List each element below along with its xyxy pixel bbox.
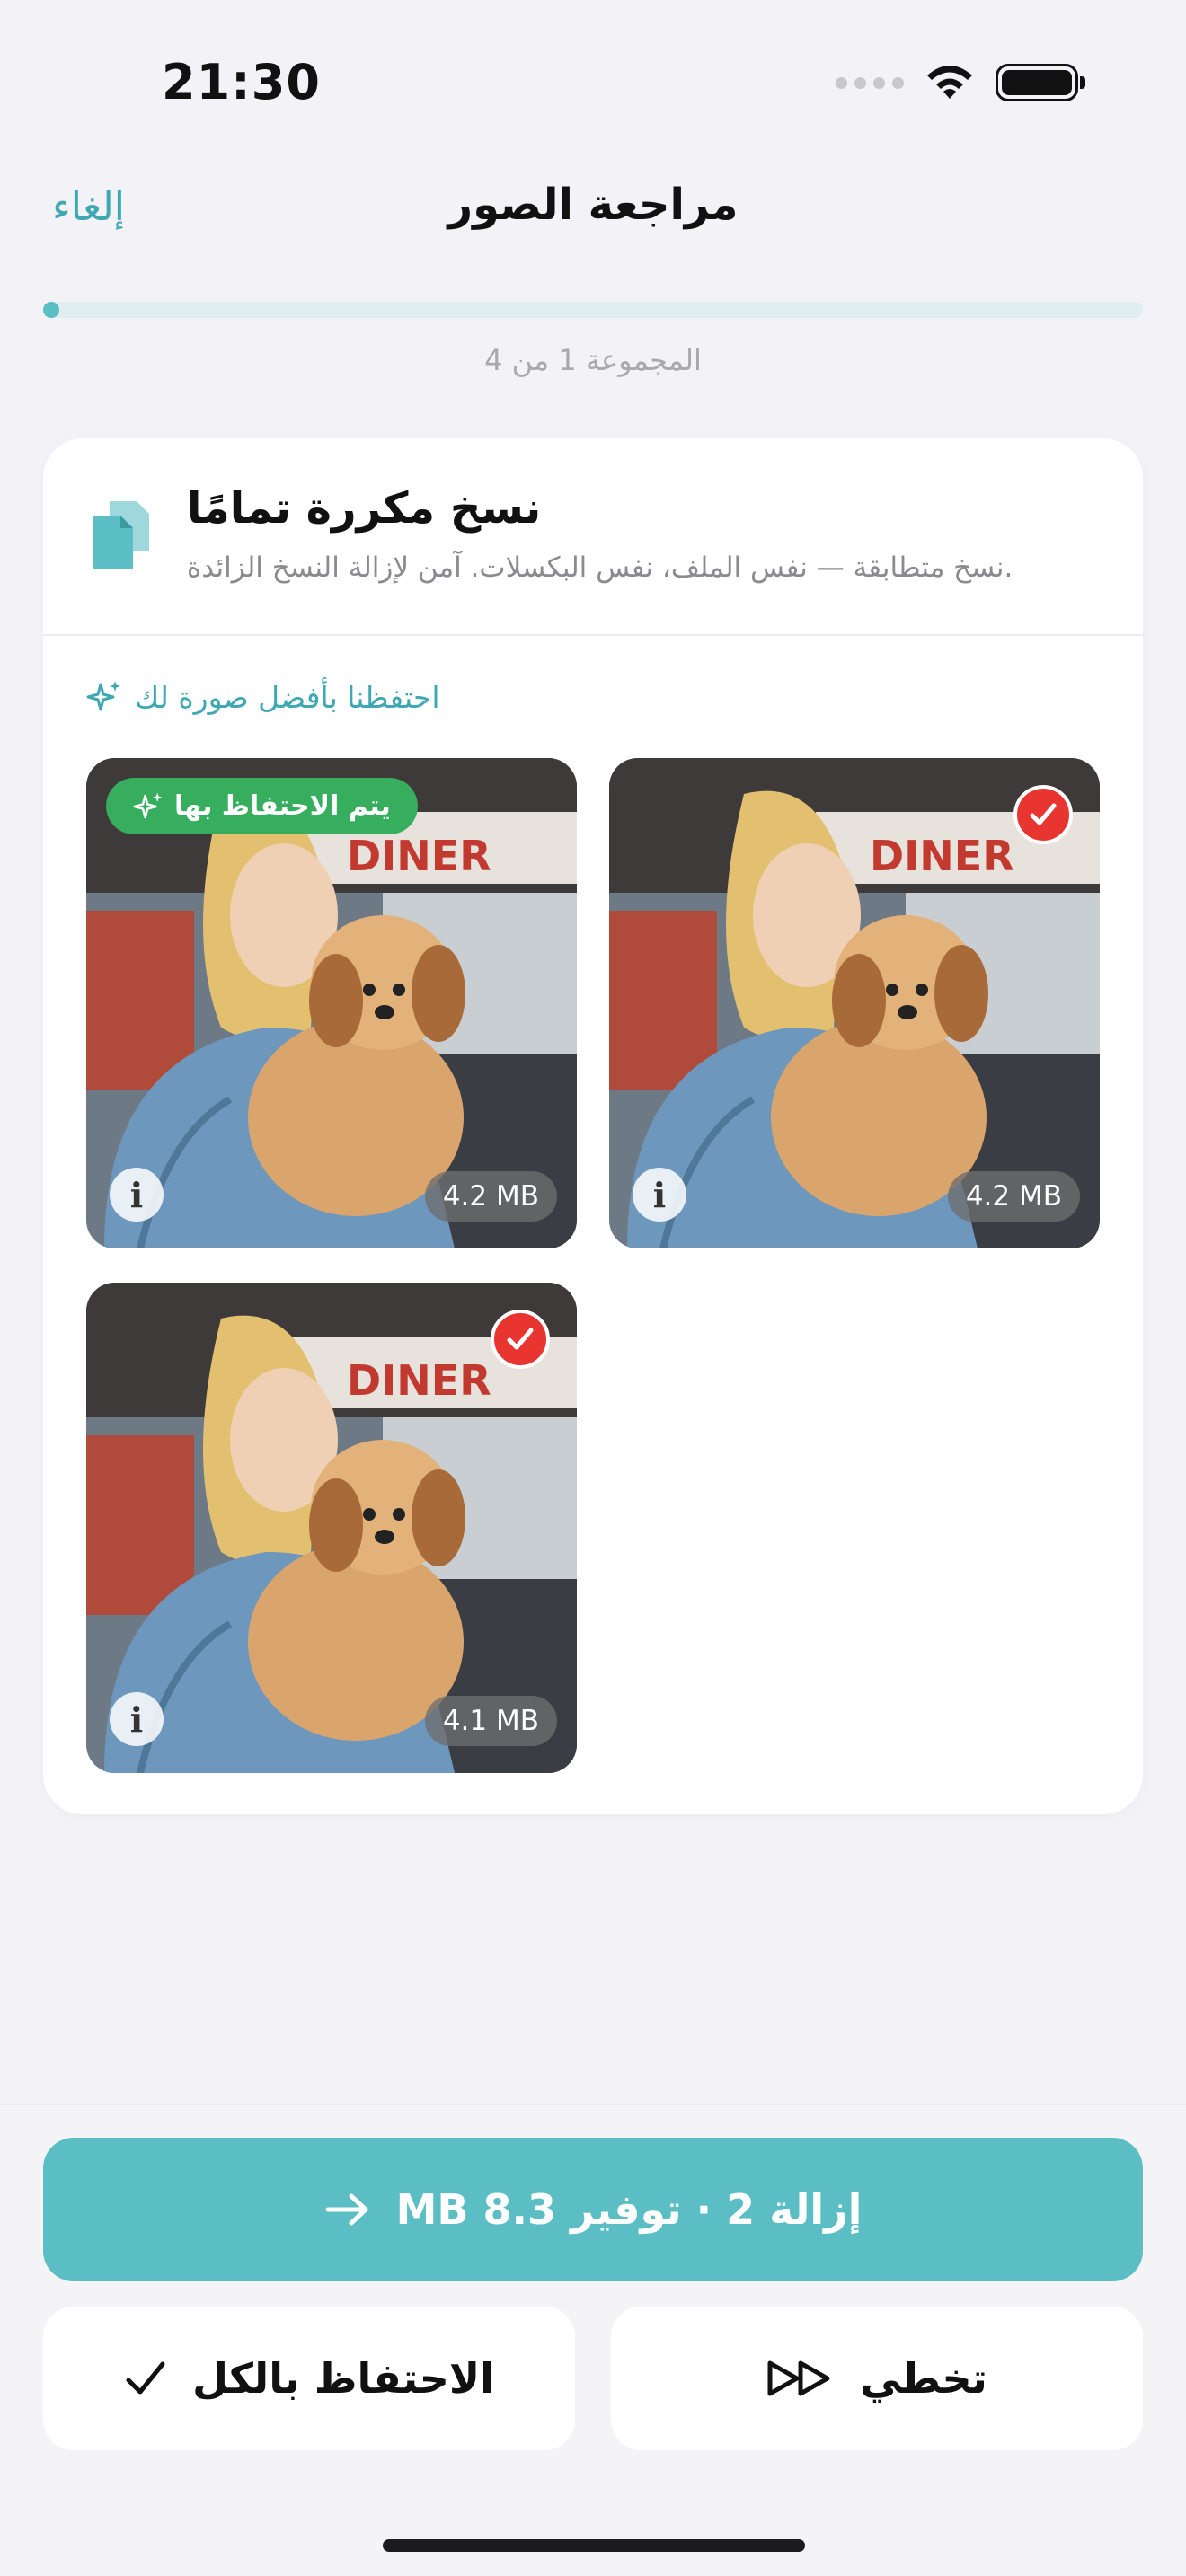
selected-for-removal-checkmark-icon[interactable] (1013, 785, 1073, 844)
skip-button[interactable]: تخطي (611, 2307, 1143, 2450)
best-photo-note-text: احتفظنا بأفضل صورة لك (135, 679, 440, 715)
keep-badge-label: يتم الاحتفاظ بها (174, 790, 391, 822)
group-description: نسخ متطابقة — نفس الملف، نفس البكسلات. آ… (187, 551, 1013, 584)
file-size-badge: 4.2 MB (424, 1171, 557, 1222)
status-time: 21:30 (162, 54, 321, 110)
file-size-badge: 4.1 MB (424, 1696, 557, 1746)
arrow-right-icon (325, 2193, 368, 2226)
wifi-icon (927, 66, 972, 99)
card-header: نسخ مكررة تمامًا نسخ متطابقة — نفس الملف… (43, 438, 1143, 636)
cellular-signal-icon (836, 76, 904, 89)
photo-thumbnail-kept[interactable]: DINER يتم الاحتفاظ بها i 4.2 MB (86, 758, 577, 1248)
progress-fill (43, 302, 59, 318)
photo-thumbnail-duplicate[interactable]: DINER i 4.2 MB (609, 758, 1100, 1248)
info-button[interactable]: i (633, 1168, 686, 1222)
svg-text:DINER: DINER (347, 1356, 491, 1405)
page-title: مراجعة الصور (447, 180, 739, 230)
skip-label: تخطي (860, 2354, 987, 2403)
keep-all-button[interactable]: الاحتفاظ بالكل (43, 2307, 575, 2450)
svg-text:DINER: DINER (870, 832, 1014, 880)
home-indicator (383, 2539, 805, 2552)
photo-thumbnail-duplicate[interactable]: DINER i 4.1 MB (86, 1283, 577, 1773)
group-title: نسخ مكررة تمامًا (187, 483, 542, 534)
svg-text:DINER: DINER (347, 832, 491, 880)
info-button[interactable]: i (110, 1692, 164, 1746)
group-counter: المجموعة 1 من 4 (484, 343, 702, 377)
file-size-badge: 4.2 MB (947, 1171, 1080, 1222)
battery-icon (996, 64, 1085, 101)
sparkles-icon (86, 681, 120, 711)
remove-duplicates-label: إزالة 2 · توفير 8.3 MB (395, 2185, 863, 2234)
duplicate-group-card: نسخ مكررة تمامًا نسخ متطابقة — نفس الملف… (43, 438, 1143, 1814)
selected-for-removal-checkmark-icon[interactable] (491, 1310, 550, 1369)
checkmark-icon (126, 2361, 165, 2395)
fast-forward-icon (767, 2360, 830, 2396)
duplicate-files-icon (93, 501, 149, 569)
keep-badge: يتم الاحتفاظ بها (106, 778, 418, 834)
info-button[interactable]: i (110, 1168, 164, 1222)
status-icons (836, 63, 1085, 102)
remove-duplicates-button[interactable]: إزالة 2 · توفير 8.3 MB (43, 2138, 1143, 2281)
keep-all-label: الاحتفاظ بالكل (192, 2354, 494, 2403)
group-progress-bar (43, 302, 1143, 318)
best-photo-note: احتفظنا بأفضل صورة لك (86, 679, 440, 715)
sparkles-icon (133, 792, 163, 818)
